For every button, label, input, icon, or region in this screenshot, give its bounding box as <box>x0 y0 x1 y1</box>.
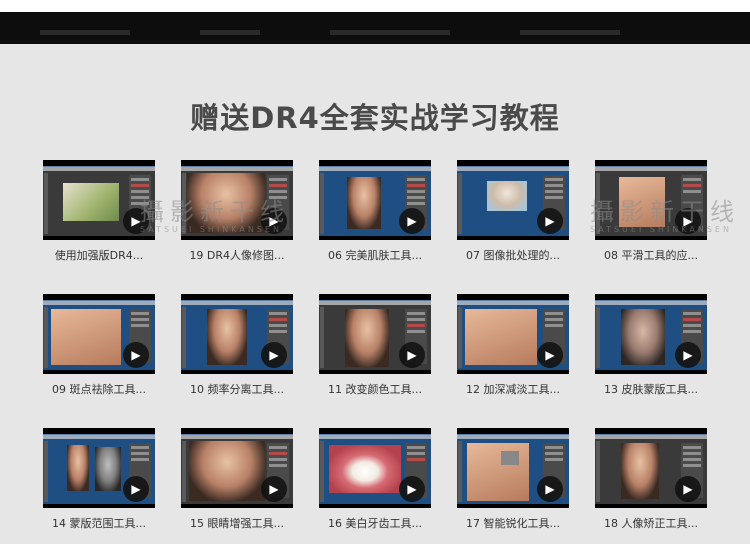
video-title[interactable]: 10 频率分离工具... <box>181 381 293 397</box>
video-card[interactable]: ▶ 15 眼睛增强工具... <box>181 428 293 531</box>
video-card[interactable]: ▶ 18 人像矫正工具... <box>595 428 707 531</box>
video-card[interactable]: ▶ 14 蒙版范围工具... <box>43 428 155 531</box>
video-card[interactable]: ▶ 06 完美肌肤工具... <box>319 160 431 263</box>
play-icon[interactable]: ▶ <box>261 476 287 502</box>
video-thumbnail[interactable]: ▶ <box>457 160 569 240</box>
video-card[interactable]: ▶ 07 图像批处理的... <box>457 160 569 263</box>
video-card[interactable]: ▶ 11 改变颜色工具... <box>319 294 431 397</box>
page-title: 赠送DR4全套实战学习教程 <box>190 101 560 135</box>
play-icon[interactable]: ▶ <box>261 208 287 234</box>
video-title[interactable]: 12 加深减淡工具... <box>457 381 569 397</box>
play-icon[interactable]: ▶ <box>537 476 563 502</box>
video-thumbnail[interactable]: ▶ <box>181 160 293 240</box>
video-card[interactable]: ▶ 09 斑点祛除工具... <box>43 294 155 397</box>
video-thumbnail[interactable]: ▶ <box>595 294 707 374</box>
video-title[interactable]: 09 斑点祛除工具... <box>43 381 155 397</box>
video-title[interactable]: 16 美白牙齿工具... <box>319 515 431 531</box>
video-title[interactable]: 08 平滑工具的应... <box>595 247 707 263</box>
video-thumbnail[interactable]: ▶ <box>457 428 569 508</box>
video-title[interactable]: 13 皮肤蒙版工具... <box>595 381 707 397</box>
video-thumbnail[interactable]: ▶ <box>181 428 293 508</box>
video-thumbnail[interactable]: ▶ <box>43 160 155 240</box>
video-card[interactable]: ▶ 19 DR4人像修图... <box>181 160 293 263</box>
video-card[interactable]: ▶ 16 美白牙齿工具... <box>319 428 431 531</box>
play-icon[interactable]: ▶ <box>399 208 425 234</box>
banner-streak <box>40 30 130 35</box>
video-title[interactable]: 19 DR4人像修图... <box>181 247 293 263</box>
video-title[interactable]: 11 改变颜色工具... <box>319 381 431 397</box>
video-card[interactable]: ▶ 13 皮肤蒙版工具... <box>595 294 707 397</box>
video-thumbnail[interactable]: ▶ <box>595 428 707 508</box>
play-icon[interactable]: ▶ <box>261 342 287 368</box>
video-card[interactable]: ▶ 使用加强版DR4... <box>43 160 155 263</box>
banner-streak <box>330 30 450 35</box>
play-icon[interactable]: ▶ <box>537 342 563 368</box>
video-thumbnail[interactable]: ▶ <box>319 428 431 508</box>
video-thumbnail[interactable]: ▶ <box>319 160 431 240</box>
play-icon[interactable]: ▶ <box>399 476 425 502</box>
video-title[interactable]: 07 图像批处理的... <box>457 247 569 263</box>
play-icon[interactable]: ▶ <box>123 342 149 368</box>
top-banner-bar <box>0 12 750 44</box>
video-card[interactable]: ▶ 08 平滑工具的应... <box>595 160 707 263</box>
video-title[interactable]: 使用加强版DR4... <box>43 247 155 263</box>
video-thumbnail[interactable]: ▶ <box>319 294 431 374</box>
video-thumbnail[interactable]: ▶ <box>43 428 155 508</box>
video-thumbnail[interactable]: ▶ <box>457 294 569 374</box>
play-icon[interactable]: ▶ <box>675 342 701 368</box>
banner-streak <box>200 30 260 35</box>
banner-streak <box>520 30 620 35</box>
video-title[interactable]: 06 完美肌肤工具... <box>319 247 431 263</box>
video-title[interactable]: 17 智能锐化工具... <box>457 515 569 531</box>
play-icon[interactable]: ▶ <box>399 342 425 368</box>
video-card[interactable]: ▶ 10 频率分离工具... <box>181 294 293 397</box>
video-thumbnail[interactable]: ▶ <box>43 294 155 374</box>
play-icon[interactable]: ▶ <box>123 208 149 234</box>
video-thumbnail[interactable]: ▶ <box>181 294 293 374</box>
video-thumbnail[interactable]: ▶ <box>595 160 707 240</box>
play-icon[interactable]: ▶ <box>675 476 701 502</box>
video-card[interactable]: ▶ 12 加深减淡工具... <box>457 294 569 397</box>
play-icon[interactable]: ▶ <box>123 476 149 502</box>
play-icon[interactable]: ▶ <box>675 208 701 234</box>
video-card[interactable]: ▶ 17 智能锐化工具... <box>457 428 569 531</box>
video-title[interactable]: 14 蒙版范围工具... <box>43 515 155 531</box>
video-title[interactable]: 18 人像矫正工具... <box>595 515 707 531</box>
video-title[interactable]: 15 眼睛增强工具... <box>181 515 293 531</box>
play-icon[interactable]: ▶ <box>537 208 563 234</box>
